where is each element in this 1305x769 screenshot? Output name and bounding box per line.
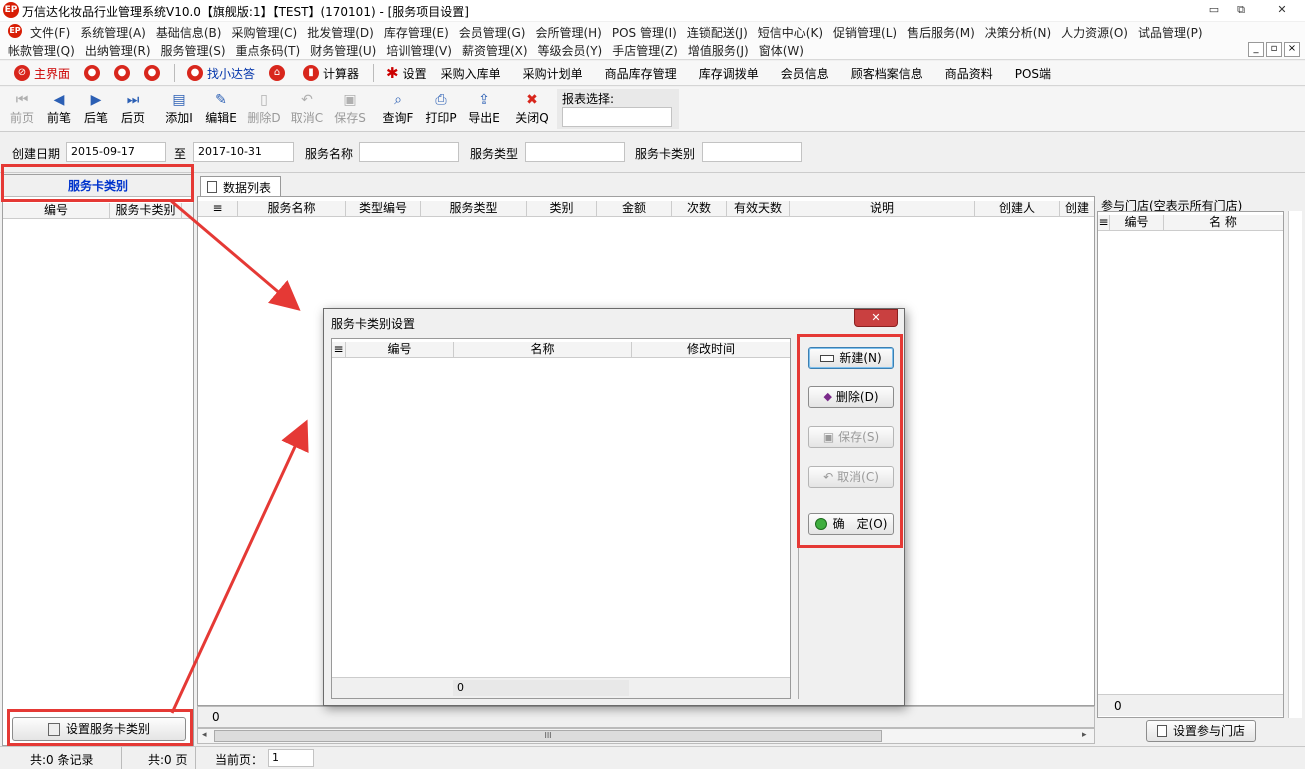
dialog-grid: ≡ 编号 名称 修改时间 0 <box>331 338 791 699</box>
column-header-name[interactable]: 名称 <box>454 342 632 357</box>
separator <box>121 747 122 769</box>
status-bar: 共:0 条记录 共:0 页 当前页： 1 <box>0 746 1305 769</box>
dialog-footer-value: 0 <box>453 680 629 696</box>
arrow-to-dialog-top <box>169 198 301 311</box>
dialog-close-button[interactable]: ✕ <box>854 309 898 327</box>
arrow-to-dialog-bottom <box>170 419 309 714</box>
record-count: 共:0 条记录 <box>30 753 94 767</box>
page-count: 共:0 页 <box>148 753 188 767</box>
dialog-grid-header: ≡ 编号 名称 修改时间 <box>332 342 790 358</box>
dialog-grid-footer: 0 <box>332 677 790 698</box>
current-page-input[interactable]: 1 <box>268 749 314 767</box>
annotation-box-dialog-buttons <box>797 334 903 548</box>
separator <box>195 747 196 769</box>
current-page-label: 当前页： <box>215 753 264 767</box>
dialog-title: 服务卡类别设置 <box>331 317 416 331</box>
column-header-modified-time[interactable]: 修改时间 <box>632 342 790 357</box>
row-selector-icon: ≡ <box>332 342 346 357</box>
column-header-code[interactable]: 编号 <box>346 342 454 357</box>
